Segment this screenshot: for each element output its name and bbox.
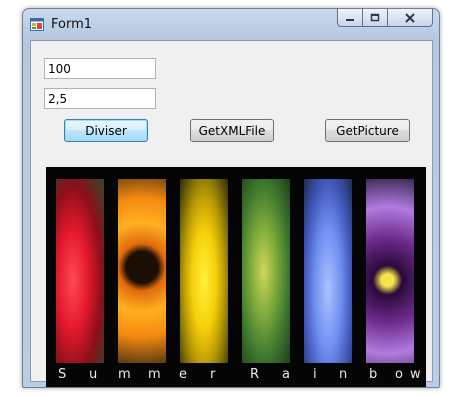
window-title: Form1 [51,17,93,32]
green-seed-pod-photo-strip [242,179,290,363]
picture-caption: S u m m e r R a i n b o w [46,367,426,383]
caption-letter: b [369,367,378,382]
close-button[interactable] [388,9,433,27]
maximize-icon [370,13,380,22]
minimize-icon [346,18,354,21]
form-client-area: Diviser GetXMLFile GetPicture S u m m e … [30,40,433,387]
summer-rainbow-picture: S u m m e r R a i n b o w [46,167,426,387]
minimize-button[interactable] [337,9,363,27]
red-dahlia-photo-strip [56,179,104,363]
number-textbox-1[interactable] [44,58,156,79]
winforms-app-icon [30,18,44,31]
number-textbox-2[interactable] [44,88,156,109]
get-xml-file-button[interactable]: GetXMLFile [190,119,274,142]
caption-letter: o [395,367,403,382]
caption-letter: u [89,367,98,382]
orange-sunflower-photo-strip [118,179,166,363]
form1-window: Form1 Diviser GetXMLFile GetPicture [22,8,440,388]
caption-letter: i [313,367,317,382]
caption-letter: R [250,367,260,382]
get-picture-button[interactable]: GetPicture [325,119,410,142]
caption-letter: a [282,367,290,382]
diviser-button[interactable]: Diviser [64,119,148,142]
caption-letter: r [210,367,216,382]
caption-letter: n [339,367,348,382]
purple-pansy-photo-strip [366,179,414,363]
caption-letter: e [179,367,187,382]
yellow-flower-with-bee-photo-strip [180,179,228,363]
caption-letter: S [58,367,67,382]
caption-letter: w [410,367,421,382]
caption-buttons [337,9,433,27]
blue-ageratum-photo-strip [304,179,352,363]
caption-letter: m [148,367,161,382]
caption-letter: m [118,367,131,382]
close-icon [405,12,415,23]
maximize-button[interactable] [363,9,388,27]
title-bar[interactable]: Form1 [23,9,439,39]
